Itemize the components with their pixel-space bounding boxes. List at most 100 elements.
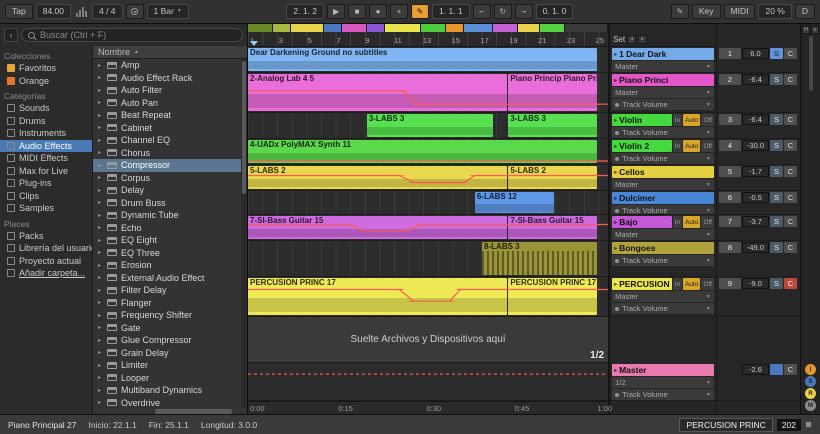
track-header-1-dear-dark[interactable]: ▸1 Dear DarkMaster▼ <box>610 47 716 73</box>
clip-3-labs-3[interactable]: 3-LABS 3 <box>367 114 493 137</box>
scene-segment[interactable] <box>493 24 518 32</box>
device-item-chorus[interactable]: ▸Chorus <box>93 147 247 160</box>
device-item-channel-eq[interactable]: ▸Channel EQ <box>93 134 247 147</box>
scene-segment[interactable] <box>385 24 421 32</box>
next-locator-icon[interactable]: ▸ <box>638 35 647 44</box>
sidebar-item-sounds[interactable]: Sounds <box>0 102 92 115</box>
routing-chooser-track-volume[interactable]: Track Volume▼ <box>612 99 714 110</box>
sidebar-item-proyecto-actual[interactable]: Proyecto actual <box>0 255 92 268</box>
solo-button[interactable]: S <box>770 48 783 59</box>
track-volume-display[interactable]: -0.5 <box>742 192 769 203</box>
clip-8-labs-3[interactable]: 8-LABS 3 <box>482 242 597 275</box>
monitor-off-button[interactable]: Off <box>701 278 714 290</box>
automation-line[interactable] <box>248 139 608 164</box>
track-lane-1-dear-dark[interactable]: Dear Darkening Ground no subtitles <box>248 47 608 73</box>
scene-segment[interactable] <box>518 24 540 32</box>
device-item-external-audio-effect[interactable]: ▸External Audio Effect <box>93 272 247 285</box>
monitor-off-button[interactable]: Off <box>701 140 714 152</box>
master-pan-display[interactable]: C <box>784 364 797 375</box>
device-item-dynamic-tube[interactable]: ▸Dynamic Tube <box>93 209 247 222</box>
monitor-in-button[interactable]: In <box>673 216 682 228</box>
automation-arm-button[interactable]: ✎ <box>411 4 429 19</box>
routing-chooser-track-volume[interactable]: Track Volume▼ <box>612 303 714 314</box>
search-input[interactable]: Buscar (Ctrl + F) <box>21 28 243 42</box>
device-item-overdrive[interactable]: ▸Overdrive <box>93 397 247 410</box>
track-lane-cellos[interactable]: 5-LABS 25-LABS 2 <box>248 165 608 191</box>
sidebar-item-midi-effects[interactable]: MIDI Effects <box>0 152 92 165</box>
sidebar-item-max-for-live[interactable]: Max for Live <box>0 165 92 178</box>
solo-button[interactable]: S <box>770 216 783 227</box>
monitor-auto-button[interactable]: Auto <box>683 114 700 126</box>
monitor-auto-button[interactable]: Auto <box>683 140 700 152</box>
sidebar-item-orange[interactable]: Orange <box>0 75 92 88</box>
automation-line[interactable] <box>248 215 608 240</box>
track-volume-display[interactable]: -3.7 <box>742 216 769 227</box>
track-lane-dulcimer[interactable]: 6-LABS 12 <box>248 191 608 215</box>
browser-horizontal-scrollbar[interactable] <box>155 409 232 414</box>
solo-button[interactable]: S <box>770 140 783 151</box>
track-volume-display[interactable]: -6.4 <box>742 74 769 85</box>
device-item-corpus[interactable]: ▸Corpus <box>93 172 247 185</box>
track-volume-display[interactable]: -30.0 <box>742 140 769 151</box>
device-item-limiter[interactable]: ▸Limiter <box>93 359 247 372</box>
automation-line[interactable] <box>248 363 608 400</box>
toggle-s-button[interactable]: S <box>805 376 816 387</box>
sidebar-item-instruments[interactable]: Instruments <box>0 127 92 140</box>
toggle-m-button[interactable]: M <box>805 400 816 411</box>
solo-button[interactable]: S <box>770 278 783 289</box>
scene-segment[interactable] <box>324 24 342 32</box>
routing-chooser-track-volume[interactable]: Track Volume▼ <box>612 205 714 215</box>
routing-chooser-track-volume[interactable]: Track Volume▼ <box>612 389 714 400</box>
track-lane-violin-2[interactable]: 4-UADx PolyMAX Synth 11 <box>248 139 608 165</box>
metronome-button[interactable] <box>126 4 144 19</box>
set-locator-button[interactable]: Set <box>613 35 625 44</box>
device-item-amp[interactable]: ▸Amp <box>93 59 247 72</box>
pan-display[interactable]: C <box>784 166 797 177</box>
scene-segment[interactable] <box>273 24 291 32</box>
solo-button[interactable]: S <box>770 242 783 253</box>
loop-start-display[interactable]: 1. 1. 1 <box>432 4 470 19</box>
scene-segment[interactable] <box>540 24 565 32</box>
monitor-in-button[interactable]: In <box>673 140 682 152</box>
track-header-violin[interactable]: ▸ViolinInAutoOffTrack Volume▼ <box>610 113 716 139</box>
routing-chooser-track-volume[interactable]: Track Volume▼ <box>612 127 714 138</box>
punch-in-button[interactable]: ⌐ <box>473 4 491 19</box>
time-signature-display[interactable]: 4 / 4 <box>92 4 123 19</box>
arrangement-lanes[interactable]: 135791113151719212325Dear Darkening Grou… <box>248 24 608 414</box>
arrangement-position-display[interactable]: 2. 1. 2 <box>286 4 324 19</box>
track-volume-display[interactable]: -49.0 <box>742 242 769 253</box>
track-lane-violin[interactable]: 3-LABS 33-LABS 3 <box>248 113 608 139</box>
device-item-auto-filter[interactable]: ▸Auto Filter <box>93 84 247 97</box>
pan-display[interactable]: C <box>784 278 797 289</box>
monitor-off-button[interactable]: Off <box>701 216 714 228</box>
bar-ruler[interactable]: 135791113151719212325 <box>248 32 608 47</box>
monitor-in-button[interactable]: In <box>673 114 682 126</box>
clip-6-labs-12[interactable]: 6-LABS 12 <box>475 192 554 213</box>
pan-display[interactable]: C <box>784 216 797 227</box>
device-item-delay[interactable]: ▸Delay <box>93 184 247 197</box>
automation-line[interactable] <box>248 73 608 112</box>
pan-display[interactable]: C <box>784 74 797 85</box>
sidebar-item-a-adir-carpeta[interactable]: Añadir carpeta... <box>0 267 92 280</box>
clip-dear-darkening-ground-no-subtitles[interactable]: Dear Darkening Ground no subtitles <box>248 48 597 71</box>
record-button[interactable]: ● <box>369 4 387 19</box>
device-item-beat-repeat[interactable]: ▸Beat Repeat <box>93 109 247 122</box>
stop-button[interactable]: ■ <box>348 4 366 19</box>
chevron-left-icon[interactable]: ‹ <box>4 28 18 42</box>
sidebar-item-favoritos[interactable]: Favoritos <box>0 62 92 75</box>
master-lane[interactable] <box>248 363 608 401</box>
sidebar-item-plug-ins[interactable]: Plug-ins <box>0 177 92 190</box>
track-header-bajo[interactable]: ▸BajoInAutoOffMaster▼ <box>610 215 716 241</box>
scene-segment[interactable] <box>367 24 385 32</box>
solo-button[interactable]: S <box>770 192 783 203</box>
track-lane-percusion[interactable]: PERCUSION PRINC 17PERCUSION PRINC 17 <box>248 277 608 317</box>
cue-volume-button[interactable] <box>770 364 783 375</box>
automation-line[interactable] <box>248 165 608 190</box>
toggle-i-button[interactable]: I <box>805 364 816 375</box>
routing-chooser-master[interactable]: Master▼ <box>612 229 714 240</box>
routing-chooser-master[interactable]: Master▼ <box>612 61 714 72</box>
track-header-cellos[interactable]: ▸CellosMaster▼ <box>610 165 716 191</box>
monitor-auto-button[interactable]: Auto <box>683 278 700 290</box>
track-volume-display[interactable]: -6.4 <box>742 114 769 125</box>
device-item-gate[interactable]: ▸Gate <box>93 322 247 335</box>
